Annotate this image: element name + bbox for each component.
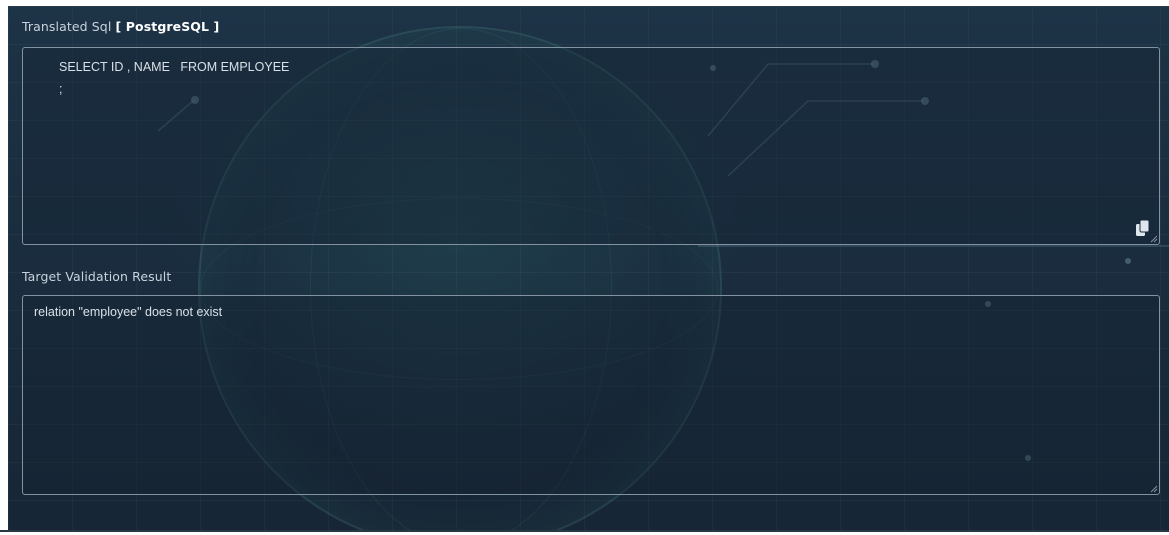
translated-sql-label-prefix: Translated Sql: [22, 19, 116, 34]
bottom-divider: [0, 530, 1169, 532]
validation-result-textarea[interactable]: relation "employee" does not exist: [22, 295, 1160, 495]
copy-icon[interactable]: [1136, 220, 1150, 236]
translated-sql-label: Translated Sql [ PostgreSQL ]: [22, 19, 219, 34]
translated-sql-code: SELECT ID , NAME FROM EMPLOYEE ;: [59, 60, 290, 96]
validation-result-message: relation "employee" does not exist: [34, 305, 223, 319]
target-db-name: [ PostgreSQL ]: [115, 19, 220, 34]
validation-result-label: Target Validation Result: [22, 269, 172, 284]
resize-grip-icon[interactable]: [1150, 235, 1158, 243]
sql-translation-panel: Translated Sql [ PostgreSQL ] SELECT ID …: [8, 6, 1169, 530]
resize-grip-icon[interactable]: [1150, 485, 1158, 493]
translated-sql-textarea[interactable]: SELECT ID , NAME FROM EMPLOYEE ;: [22, 47, 1160, 245]
